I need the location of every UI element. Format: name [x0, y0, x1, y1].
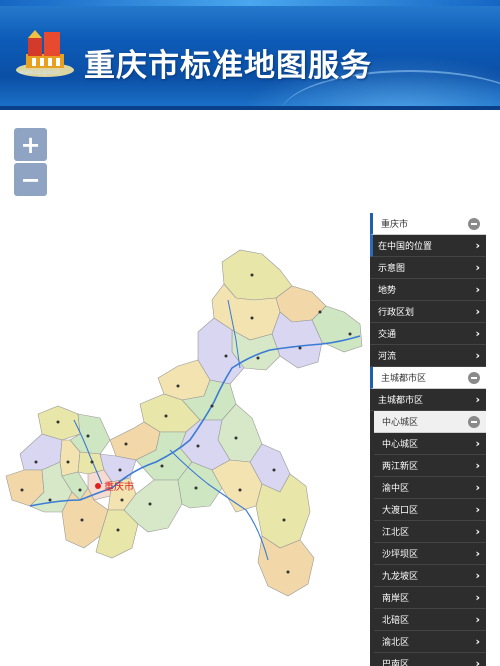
panel-header[interactable]: 重庆市: [370, 213, 486, 235]
chongqing-map[interactable]: 重庆市: [0, 240, 370, 600]
panel-item-admin[interactable]: 行政区划 ›: [370, 301, 486, 323]
collapse-icon[interactable]: [468, 415, 480, 428]
chevron-right-icon: ›: [475, 239, 480, 252]
panel-item-rivers[interactable]: 河流 ›: [370, 345, 486, 367]
sub-item-liangjiang[interactable]: 两江新区 ›: [374, 455, 486, 477]
sub-header-label: 中心城区: [382, 418, 419, 428]
sub-item-label: 中心城区: [382, 440, 419, 450]
sub-item-yuzhong[interactable]: 渝中区 ›: [374, 477, 486, 499]
sub-item-jiangbei[interactable]: 江北区 ›: [374, 521, 486, 543]
panel-item-label: 在中国的位置: [378, 242, 433, 252]
chevron-right-icon: ›: [475, 657, 480, 666]
sub-item-label: 南岸区: [382, 594, 410, 604]
sub-item-label: 两江新区: [382, 462, 419, 472]
chevron-right-icon: ›: [475, 481, 480, 494]
sub-item-label: 巴南区: [382, 660, 410, 666]
sub-item-label: 渝北区: [382, 638, 410, 648]
logo-url-text: www.cq.gov.cn: [20, 70, 60, 76]
sub-item-banan[interactable]: 巴南区 ›: [374, 653, 486, 666]
panel-item-schematic[interactable]: 示意图 ›: [370, 257, 486, 279]
chevron-right-icon: ›: [475, 503, 480, 516]
zoom-in-button[interactable]: +: [14, 128, 47, 161]
sub-item-label: 江北区: [382, 528, 410, 538]
panel-item-label: 河流: [378, 352, 397, 362]
sub-item-label: 渝中区: [382, 484, 410, 494]
government-logo-icon: [16, 30, 74, 77]
sub-item-label: 沙坪坝区: [382, 550, 419, 560]
chevron-right-icon: ›: [475, 305, 480, 318]
section-header-label: 主城都市区: [381, 374, 427, 384]
sub-item-nanan[interactable]: 南岸区 ›: [374, 587, 486, 609]
panel-item-label: 地势: [378, 286, 397, 296]
banner-bottom-stripe: [0, 106, 500, 110]
chevron-right-icon: ›: [475, 393, 480, 406]
panel-item-metro[interactable]: 主城都市区 ›: [370, 389, 486, 411]
chevron-right-icon: ›: [475, 547, 480, 560]
chevron-right-icon: ›: [475, 525, 480, 538]
sub-item-central[interactable]: 中心城区 ›: [374, 433, 486, 455]
collapse-icon[interactable]: [468, 217, 480, 230]
chevron-right-icon: ›: [475, 635, 480, 648]
sub-item-shapingba[interactable]: 沙坪坝区 ›: [374, 543, 486, 565]
chevron-right-icon: ›: [475, 569, 480, 582]
sub-item-yubei[interactable]: 渝北区 ›: [374, 631, 486, 653]
right-margin: [486, 213, 500, 666]
panel-item-label: 主城都市区: [378, 396, 424, 406]
chevron-right-icon: ›: [475, 459, 480, 472]
sub-item-jiulongpo[interactable]: 九龙坡区 ›: [374, 565, 486, 587]
chevron-right-icon: ›: [475, 327, 480, 340]
sub-item-label: 九龙坡区: [382, 572, 419, 582]
header-banner: www.cq.gov.cn 重庆市标准地图服务: [0, 0, 500, 110]
sub-item-label: 大渡口区: [382, 506, 419, 516]
layer-panel: 重庆市 在中国的位置 › 示意图 › 地势 › 行政区划 › 交通 › 河流 ›…: [370, 213, 486, 666]
panel-item-location[interactable]: 在中国的位置 ›: [370, 235, 486, 257]
sub-item-dadukou[interactable]: 大渡口区 ›: [374, 499, 486, 521]
panel-item-label: 行政区划: [378, 308, 415, 318]
city-marker: [95, 483, 101, 489]
banner-top-stripe: [0, 0, 500, 6]
chevron-right-icon: ›: [475, 349, 480, 362]
map-region-chengkou[interactable]: [221, 249, 293, 301]
chevron-right-icon: ›: [475, 261, 480, 274]
chevron-right-icon: ›: [475, 591, 480, 604]
panel-item-terrain[interactable]: 地势 ›: [370, 279, 486, 301]
panel-item-label: 示意图: [378, 264, 406, 274]
chevron-right-icon: ›: [475, 613, 480, 626]
chevron-right-icon: ›: [475, 283, 480, 296]
panel-item-label: 交通: [378, 330, 397, 340]
collapse-icon[interactable]: [468, 371, 480, 384]
zoom-out-button[interactable]: −: [14, 163, 47, 196]
sub-header-central[interactable]: 中心城区: [374, 411, 486, 433]
sub-list: 中心城区 › 两江新区 › 渝中区 › 大渡口区 › 江北区 › 沙坪坝区 › …: [370, 433, 486, 666]
sub-item-beibei[interactable]: 北碚区 ›: [374, 609, 486, 631]
section-header-metro[interactable]: 主城都市区: [370, 367, 486, 389]
panel-item-traffic[interactable]: 交通 ›: [370, 323, 486, 345]
sub-item-label: 北碚区: [382, 616, 410, 626]
panel-header-label: 重庆市: [381, 220, 409, 230]
city-label: 重庆市: [104, 480, 134, 493]
site-title: 重庆市标准地图服务: [84, 48, 372, 84]
chevron-right-icon: ›: [475, 437, 480, 450]
